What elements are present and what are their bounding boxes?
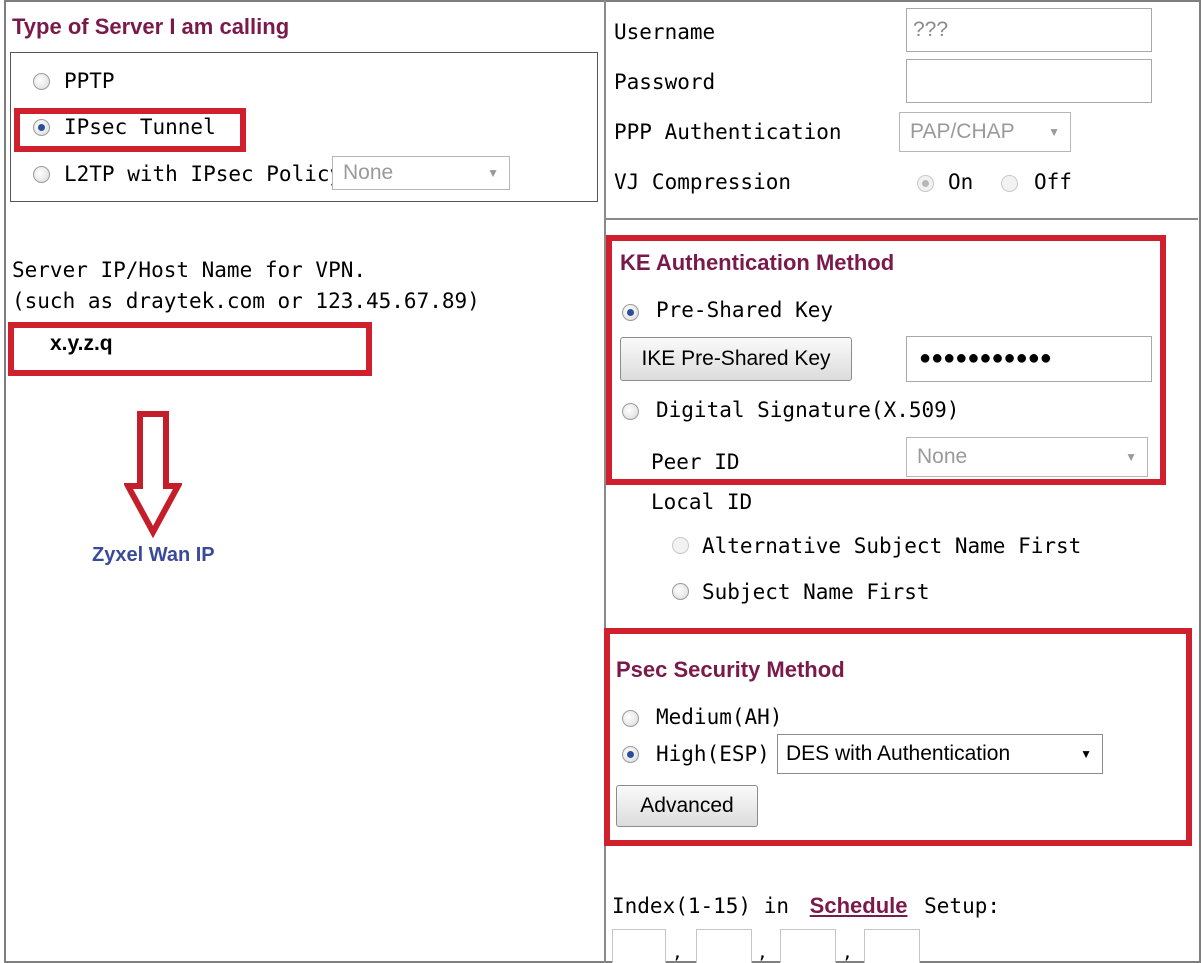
alt-subject-label: Alternative Subject Name First: [702, 534, 1082, 558]
local-id-label: Local ID: [651, 490, 753, 514]
server-ip-label-line1: Server IP/Host Name for VPN.: [12, 258, 367, 282]
highlight-ike-auth: [606, 235, 1166, 485]
password-input[interactable]: [906, 59, 1152, 103]
vj-off-label: Off: [1034, 170, 1072, 194]
server-ip-label-line2: (such as draytek.com or 123.45.67.89): [12, 289, 480, 313]
ppp-auth-value: PAP/CHAP: [910, 120, 1015, 143]
schedule-index-1[interactable]: [612, 929, 666, 963]
l2tp-policy-select[interactable]: None ▼: [332, 156, 510, 190]
l2tp-policy-value: None: [343, 161, 394, 184]
subject-name-radio[interactable]: [672, 583, 689, 600]
schedule-separator-2: ,: [757, 942, 768, 963]
l2tp-radio[interactable]: [33, 166, 50, 183]
vj-off-radio[interactable]: [1001, 175, 1018, 192]
down-arrow-icon: [124, 411, 182, 538]
username-label: Username: [614, 20, 716, 44]
ppp-auth-label: PPP Authentication: [614, 120, 842, 144]
schedule-row: Index(1-15) in Schedule Setup:: [612, 893, 1000, 919]
server-type-heading: Type of Server I am calling: [12, 14, 290, 39]
username-value: ???: [913, 18, 949, 41]
index-prefix: Index(1-15) in: [612, 894, 790, 918]
highlight-server-ip: [8, 322, 372, 376]
vj-compression-label: VJ Compression: [614, 170, 792, 194]
username-input[interactable]: ???: [906, 8, 1152, 52]
password-label: Password: [614, 70, 716, 94]
schedule-index-3[interactable]: [780, 929, 836, 963]
section-divider: [606, 218, 1198, 220]
index-suffix: Setup:: [924, 894, 1000, 918]
zyxel-wan-ip-annotation: Zyxel Wan IP: [92, 544, 215, 566]
schedule-index-4[interactable]: [864, 929, 920, 963]
highlight-ipsec-tunnel: [14, 108, 246, 152]
ppp-auth-select[interactable]: PAP/CHAP ▼: [899, 112, 1071, 152]
pptp-radio[interactable]: [33, 73, 50, 90]
schedule-separator-1: ,: [672, 942, 683, 963]
alt-subject-radio[interactable]: [672, 537, 689, 554]
vj-on-radio[interactable]: [917, 175, 934, 192]
schedule-index-2[interactable]: [696, 929, 752, 963]
vj-on-label: On: [948, 170, 974, 194]
chevron-down-icon: ▼: [1048, 125, 1060, 139]
schedule-link[interactable]: Schedule: [810, 893, 908, 918]
pptp-label: PPTP: [64, 69, 115, 93]
highlight-ipsec-security: [604, 628, 1192, 846]
schedule-separator-3: ,: [842, 942, 853, 963]
chevron-down-icon: ▼: [487, 166, 499, 180]
subject-name-label: Subject Name First: [702, 580, 930, 604]
l2tp-label: L2TP with IPsec Policy: [64, 162, 343, 186]
